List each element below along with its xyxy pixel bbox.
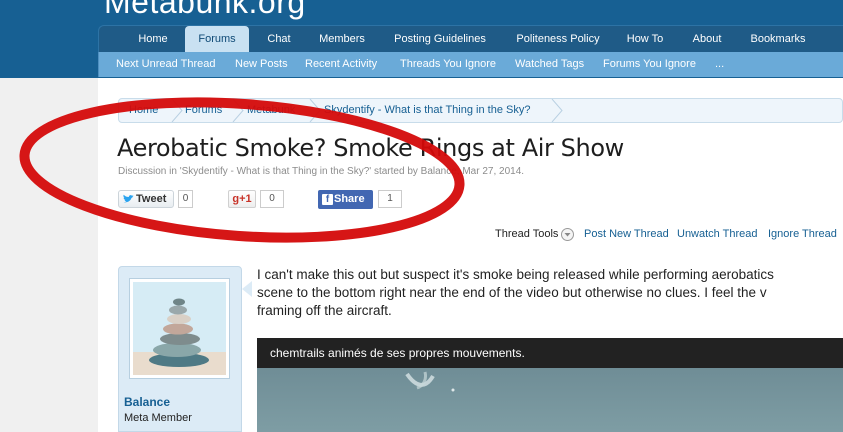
google-plus-button[interactable]: g+1	[228, 190, 256, 208]
breadcrumb-separator-icon	[232, 99, 244, 122]
facebook-share-label: Share	[334, 193, 365, 205]
breadcrumb: Home Forums Metabunk Skydentify - What i…	[118, 98, 843, 123]
breadcrumb-home[interactable]: Home	[129, 99, 158, 122]
twitter-bird-icon	[123, 194, 134, 203]
post-new-thread-link[interactable]: Post New Thread	[584, 228, 669, 240]
breadcrumb-metabunk[interactable]: Metabunk	[247, 99, 295, 122]
google-plus-label: +1	[239, 193, 252, 205]
tab-members[interactable]: Members	[311, 26, 373, 52]
subnav-more[interactable]: ...	[715, 52, 724, 77]
tab-chat[interactable]: Chat	[259, 26, 299, 52]
post-user-title: Meta Member	[124, 412, 192, 424]
thread-tools-menu[interactable]: Thread Tools	[495, 228, 558, 240]
tab-home[interactable]: Home	[123, 26, 183, 52]
facebook-share-button[interactable]: f Share	[318, 190, 373, 209]
breadcrumb-separator-icon	[551, 99, 563, 122]
subnav-recent-activity[interactable]: Recent Activity	[305, 52, 377, 77]
tab-how-to[interactable]: How To	[619, 26, 671, 52]
breadcrumb-separator-icon	[309, 99, 321, 122]
tweet-count: 0	[178, 190, 193, 208]
tab-posting-guidelines[interactable]: Posting Guidelines	[385, 26, 495, 52]
thread-title: Aerobatic Smoke? Smoke Rings at Air Show	[117, 134, 624, 162]
subnav-threads-you-ignore[interactable]: Threads You Ignore	[400, 52, 496, 77]
page-gutter	[0, 78, 98, 432]
video-frame[interactable]	[257, 368, 843, 432]
video-title-bar: chemtrails animés de ses propres mouveme…	[257, 338, 843, 368]
unwatch-thread-link[interactable]: Unwatch Thread	[677, 228, 758, 240]
avatar[interactable]	[129, 278, 230, 379]
post-message-line: scene to the bottom right near the end o…	[257, 285, 767, 300]
tweet-button[interactable]: Tweet	[118, 190, 174, 208]
subnav-watched-tags[interactable]: Watched Tags	[515, 52, 584, 77]
tab-forums[interactable]: Forums	[185, 26, 249, 52]
tweet-label: Tweet	[136, 193, 167, 205]
subnav-new-posts[interactable]: New Posts	[235, 52, 288, 77]
embedded-video[interactable]: chemtrails animés de ses propres mouveme…	[257, 338, 843, 432]
post-message-line: I can't make this out but suspect it's s…	[257, 267, 774, 282]
thread-tools-chevron-down-icon[interactable]	[561, 228, 574, 241]
video-title[interactable]: chemtrails animés de ses propres mouveme…	[270, 346, 525, 360]
subnav-forums-you-ignore[interactable]: Forums You Ignore	[603, 52, 696, 77]
facebook-icon: f	[322, 194, 333, 205]
facebook-share-count: 1	[378, 190, 402, 208]
breadcrumb-forums[interactable]: Forums	[185, 99, 222, 122]
post-panel-arrow	[242, 281, 252, 297]
google-plus-count: 0	[260, 190, 284, 208]
avatar-stacked-stones-image	[133, 282, 226, 375]
tab-about[interactable]: About	[683, 26, 731, 52]
site-logo[interactable]: Metabunk.org	[104, 0, 306, 21]
sub-nav: Next Unread Thread New Posts Recent Acti…	[98, 52, 843, 77]
subnav-next-unread-thread[interactable]: Next Unread Thread	[116, 52, 215, 77]
ignore-thread-link[interactable]: Ignore Thread	[768, 228, 837, 240]
post-message-line: framing off the aircraft.	[257, 303, 392, 318]
main-nav: Home Forums Chat Members Posting Guideli…	[98, 25, 843, 52]
breadcrumb-separator-icon	[171, 99, 183, 122]
thread-meta: Discussion in 'Skydentify - What is that…	[118, 166, 525, 177]
tab-bookmarks[interactable]: Bookmarks	[744, 26, 812, 52]
breadcrumb-skydentify[interactable]: Skydentify - What is that Thing in the S…	[324, 99, 530, 122]
post-message: I can't make this out but suspect it's s…	[257, 266, 843, 320]
smoke-ring-image	[405, 371, 455, 392]
tab-politeness-policy[interactable]: Politeness Policy	[507, 26, 609, 52]
post-username[interactable]: Balance	[124, 395, 170, 409]
